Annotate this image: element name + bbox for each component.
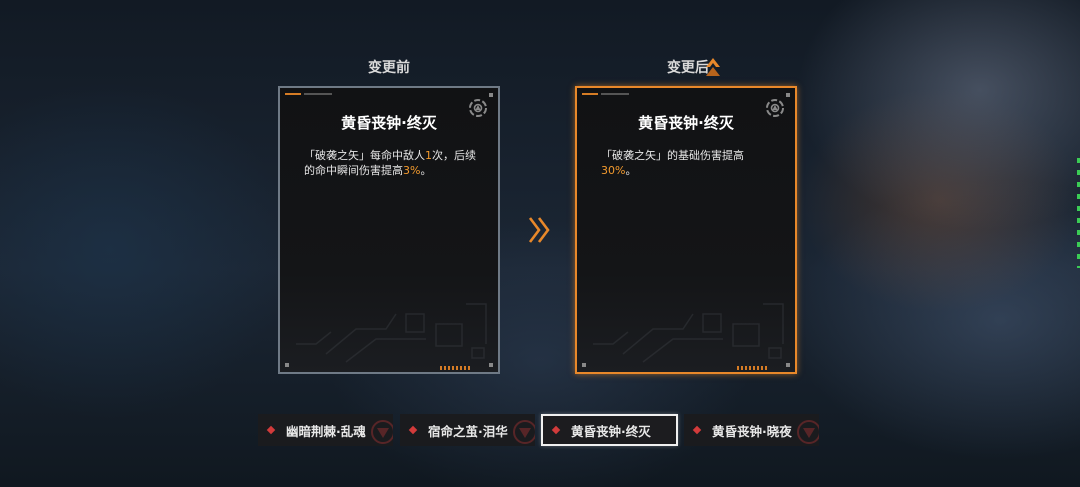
tab-option-selected[interactable]: 黄昏丧钟·终灭 bbox=[541, 414, 678, 446]
tab-option[interactable]: 宿命之茧·泪华 bbox=[400, 414, 535, 446]
tab-label: 幽暗荆棘·乱魂 bbox=[286, 423, 366, 439]
desc-text: 。 bbox=[625, 164, 637, 177]
desc-text: 「破袭之矢」的基础伤害提高 bbox=[601, 149, 744, 162]
tab-option[interactable]: 黄昏丧钟·晓夜 bbox=[684, 414, 819, 446]
diamond-icon bbox=[551, 425, 561, 435]
label-after: 变更后 bbox=[667, 60, 709, 76]
circuit-pattern bbox=[296, 303, 487, 363]
card-title: 黄昏丧钟·终灭 bbox=[638, 114, 734, 132]
corner-mark bbox=[489, 93, 493, 97]
emblem-watermark-icon bbox=[797, 420, 819, 444]
tab-option[interactable]: 幽暗荆棘·乱魂 bbox=[258, 414, 393, 446]
change-mark-icon bbox=[706, 58, 720, 76]
desc-text: 。 bbox=[420, 164, 432, 177]
corner-mark bbox=[786, 93, 790, 97]
emblem-watermark-icon bbox=[513, 420, 535, 444]
label-before: 变更前 bbox=[368, 60, 410, 76]
card-bottom-ticks bbox=[737, 366, 769, 370]
card-description: 「破袭之矢」每命中敌人1次，后续的命中瞬间伤害提高3%。 bbox=[304, 148, 480, 178]
card-top-accent bbox=[285, 93, 301, 95]
card-title: 黄昏丧钟·终灭 bbox=[341, 114, 437, 132]
tab-label: 黄昏丧钟·终灭 bbox=[571, 423, 651, 439]
card-top-bar bbox=[304, 93, 332, 95]
desc-highlight: 30% bbox=[601, 164, 626, 177]
diamond-icon bbox=[408, 425, 418, 435]
card-before: 黄昏丧钟·终灭 「破袭之矢」每命中敌人1次，后续的命中瞬间伤害提高3%。 bbox=[278, 86, 500, 374]
card-top-accent bbox=[582, 93, 598, 95]
emblem-watermark-icon bbox=[371, 420, 393, 444]
desc-highlight: 3% bbox=[403, 164, 421, 177]
diamond-icon bbox=[692, 425, 702, 435]
double-chevron-right-icon bbox=[528, 217, 550, 243]
tab-label: 黄昏丧钟·晓夜 bbox=[712, 423, 792, 439]
tab-label: 宿命之茧·泪华 bbox=[428, 423, 508, 439]
desc-text: 「破袭之矢」每命中敌人 bbox=[304, 149, 425, 162]
diamond-icon bbox=[266, 425, 276, 435]
card-top-bar bbox=[601, 93, 629, 95]
circuit-pattern bbox=[593, 303, 784, 363]
desc-highlight: 1 bbox=[425, 149, 432, 162]
card-bottom-ticks bbox=[440, 366, 472, 370]
card-after: 黄昏丧钟·终灭 「破袭之矢」的基础伤害提高 30%。 bbox=[575, 86, 797, 374]
card-description: 「破袭之矢」的基础伤害提高 30%。 bbox=[601, 148, 777, 178]
